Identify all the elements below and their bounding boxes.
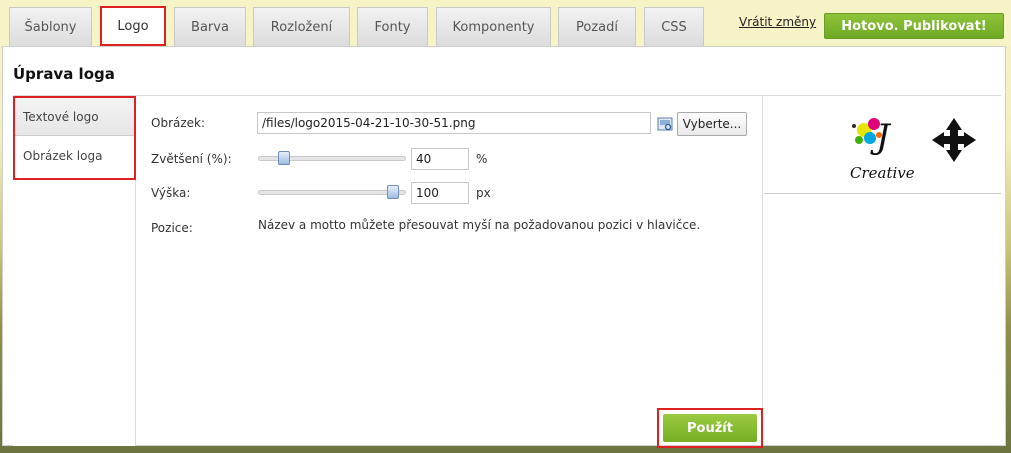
publish-button[interactable]: Hotovo. Publikovat!	[824, 13, 1004, 39]
tab-rozlozeni[interactable]: Rozložení	[253, 7, 350, 46]
tab-logo[interactable]: Logo	[100, 6, 166, 46]
splash-green	[855, 136, 863, 144]
select-image-button[interactable]: Vyberte...	[677, 112, 747, 136]
nav-item-image-logo[interactable]: Obrázek loga	[15, 137, 134, 175]
splash-dot	[852, 124, 856, 128]
zoom-slider-handle[interactable]	[278, 151, 291, 165]
position-label: Pozice:	[151, 221, 193, 235]
tab-label: CSS	[661, 19, 687, 35]
tab-sablony[interactable]: Šablony	[9, 7, 92, 46]
nav-item-label: Textové logo	[23, 109, 99, 124]
logo-preview: J Creative	[764, 96, 1001, 194]
apply-button[interactable]: Použít	[663, 414, 757, 442]
height-label: Výška:	[151, 186, 191, 200]
tab-label: Komponenty	[452, 19, 535, 35]
nav-item-label: Obrázek loga	[23, 149, 103, 163]
logo-type-nav: Textové logo Obrázek loga	[13, 96, 136, 446]
zoom-label: Zvětšení (%):	[151, 152, 232, 166]
position-hint: Název a motto můžete přesouvat myší na p…	[258, 218, 701, 232]
height-input[interactable]: 100	[411, 182, 469, 204]
nav-item-text-logo[interactable]: Textové logo	[15, 98, 134, 136]
height-slider-handle[interactable]	[387, 185, 400, 199]
tab-komponenty[interactable]: Komponenty	[436, 7, 551, 46]
browse-image-icon[interactable]	[657, 116, 673, 132]
tab-label: Logo	[117, 18, 149, 34]
height-unit: px	[476, 186, 491, 200]
tab-label: Pozadí	[576, 19, 618, 35]
panel-title: Úprava loga	[13, 65, 115, 83]
tab-fonty[interactable]: Fonty	[357, 7, 428, 46]
logo-editor-panel: Úprava loga Textové logo Obrázek loga Ob…	[2, 46, 1006, 448]
height-slider-track[interactable]	[258, 190, 406, 195]
logo-settings-form: Obrázek: /files/logo2015-04-21-10-30-51.…	[137, 96, 763, 448]
tab-label: Barva	[191, 19, 229, 35]
logo-preview-image[interactable]: J Creative	[764, 96, 1001, 194]
tab-pozadi[interactable]: Pozadí	[558, 7, 636, 46]
tab-label: Rozložení	[270, 19, 333, 35]
tab-bar: Šablony Logo Barva Rozložení Fonty Kompo…	[0, 0, 1011, 46]
revert-changes-link[interactable]: Vrátit změny	[739, 15, 816, 29]
image-path-field[interactable]: /files/logo2015-04-21-10-30-51.png	[257, 112, 651, 134]
image-label: Obrázek:	[151, 116, 206, 130]
editor-body: Textové logo Obrázek loga Obrázek: /file…	[13, 95, 1001, 448]
splash-cyan	[864, 132, 876, 144]
logo-text: Creative	[850, 164, 915, 182]
zoom-input[interactable]: 40	[411, 148, 469, 170]
zoom-unit: %	[476, 152, 488, 166]
tab-css[interactable]: CSS	[644, 7, 704, 46]
tab-label: Fonty	[374, 19, 411, 35]
tab-label: Šablony	[24, 19, 77, 35]
move-arrows-icon[interactable]	[932, 118, 976, 162]
tab-barva[interactable]: Barva	[174, 7, 246, 46]
